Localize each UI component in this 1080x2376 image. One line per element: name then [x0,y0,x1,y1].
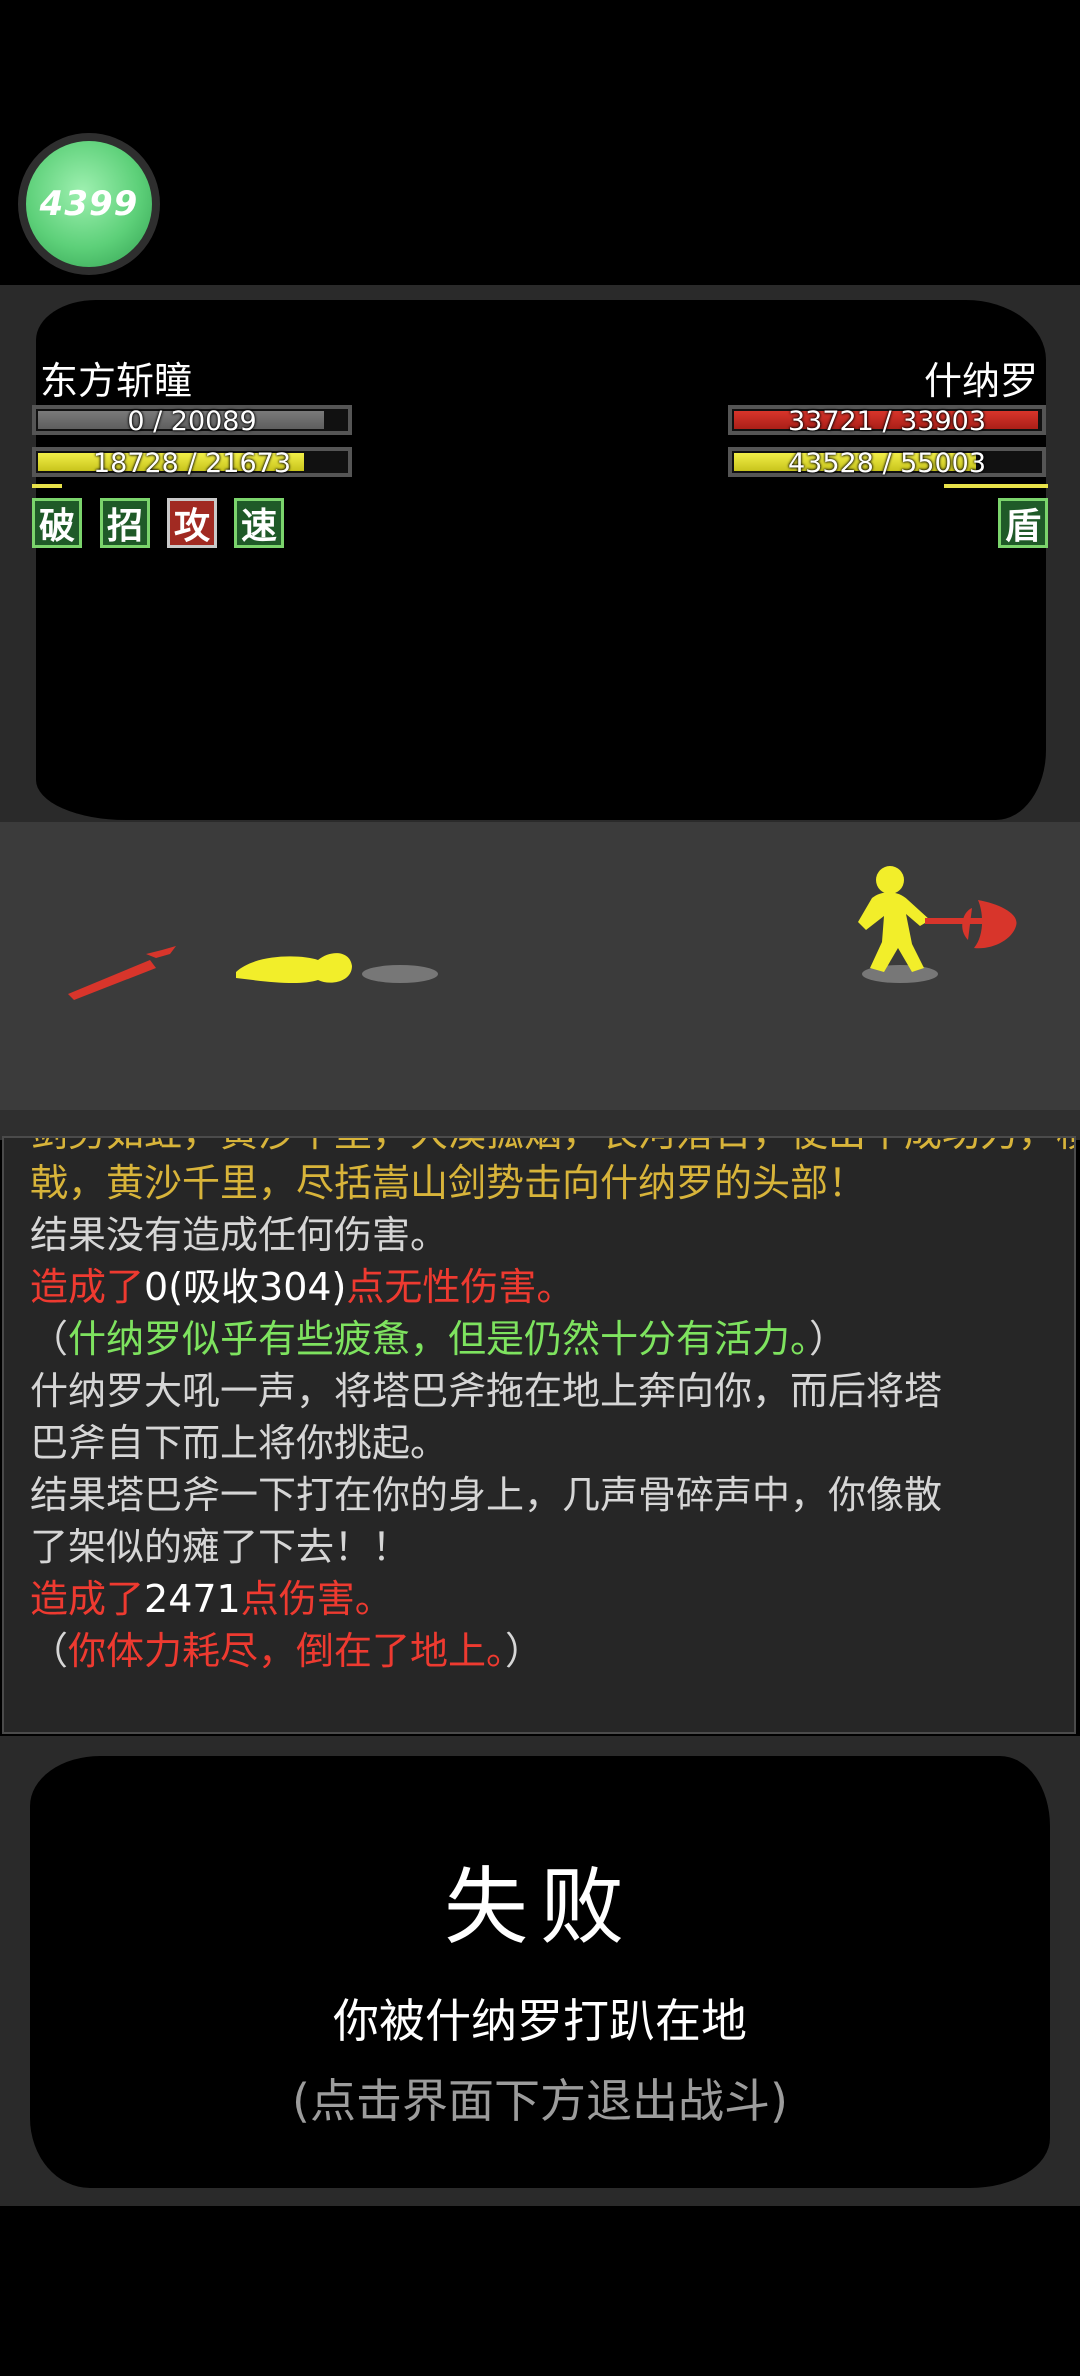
fallen-player-icon [236,953,352,984]
log-line: 造成了2471点伤害。 [30,1574,393,1624]
result-title: 失败 [443,1858,636,1956]
player-sp-text: 18728 / 21673 [92,448,292,479]
skill-break-icon[interactable]: 破 [32,498,82,548]
4399-badge[interactable]: 4399 [18,133,160,275]
log-span: 2471 [144,1577,241,1621]
log-span: 什纳罗似乎有些疲惫，但是仍然十分有活力。 [68,1317,810,1361]
player-name: 东方斩瞳 [40,359,193,403]
log-line: 什纳罗大吼一声，将塔巴斧拖在地上奔向你，而后将塔 [30,1369,943,1413]
log-line: 剑势如虹，黄沙千里，大漠孤烟，长河落日，使出十成功力，横扫千军，气吞万里，长枪大 [30,1138,1074,1158]
skill-speed-icon[interactable]: 速 [234,498,284,548]
exit-battle-hint[interactable]: (点击界面下方退出战斗) [0,2065,1080,2131]
skill-attack-icon[interactable]: 攻 [167,498,217,548]
axe-icon [925,900,1017,949]
log-span: （ [30,1317,69,1361]
battle-log[interactable]: 剑势如虹，黄沙千里，大漠孤烟，长河落日，使出十成功力，横扫千军，气吞万里，长枪大… [2,1136,1076,1734]
log-span: 0(吸收304) [144,1265,347,1309]
enemy-accent-line [944,484,1048,488]
log-line: 戟，黄沙千里，尽括嵩山剑势击向什纳罗的头部！ [30,1161,867,1205]
log-line: 巴斧自下而上将你挑起。 [30,1421,449,1465]
dropped-sword-icon [68,946,176,1000]
skill-move-icon[interactable]: 招 [100,498,150,548]
log-span: 你体力耗尽，倒在了地上。 [68,1629,506,1673]
log-span: ） [505,1629,544,1673]
log-span: 点伤害。 [240,1577,393,1621]
log-line: （你体力耗尽，倒在了地上。） [30,1626,543,1676]
log-span: 造成了 [30,1577,145,1621]
log-line: （什纳罗似乎有些疲惫，但是仍然十分有活力。） [30,1314,847,1364]
log-span: ） [809,1317,848,1361]
log-span: 点无性伤害。 [346,1265,575,1309]
player-shadow [362,965,438,983]
enemy-sp-bar: 43528 / 55003 [728,447,1046,479]
skill-shield-icon[interactable]: 盾 [998,498,1048,548]
log-line: 了架似的瘫了下去！！ [30,1525,411,1569]
enemy-hp-bar: 33721 / 33903 [728,405,1046,437]
log-span: （ [30,1629,69,1673]
log-span: 造成了 [30,1265,145,1309]
log-line: 结果没有造成任何伤害。 [30,1213,449,1257]
enemy-sp-text: 43528 / 55003 [787,448,987,479]
player-accent-line [32,484,62,488]
enemy-name: 什纳罗 [923,359,1038,403]
result-message: 你被什纳罗打趴在地 [333,1994,747,2048]
player-sp-bar: 18728 / 21673 [32,447,352,479]
enemy-warrior-icon [858,866,930,972]
enemy-hp-text: 33721 / 33903 [787,406,987,437]
log-line: 结果塔巴斧一下打在你的身上，几声骨碎声中，你像散 [30,1473,943,1517]
log-line: 造成了0(吸收304)点无性伤害。 [30,1262,574,1312]
player-hp-bar: 0 / 20089 [32,405,352,437]
player-hp-text: 0 / 20089 [127,406,257,437]
battle-scene [68,866,1017,1000]
badge-label: 4399 [39,184,139,224]
